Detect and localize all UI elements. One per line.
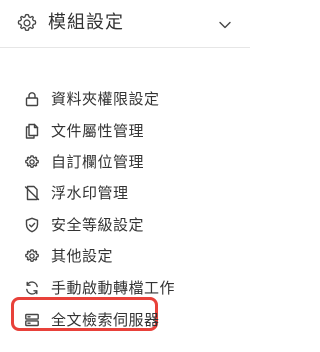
menu-item-label: 自訂欄位管理 [51,153,145,171]
module-settings-header[interactable]: 模組設定 [0,0,250,48]
menu-item-label: 浮水印管理 [51,184,129,202]
menu-item-other-settings[interactable]: 其他設定 [0,240,250,272]
menu-item-watermark[interactable]: 浮水印管理 [0,177,250,209]
server-icon [24,312,40,328]
refresh-icon [24,280,40,296]
menu-item-document-properties[interactable]: 文件屬性管理 [0,115,250,147]
menu-item-label: 全文檢索伺服器 [51,311,160,329]
lock-icon [24,91,40,107]
menu-item-fulltext-search-server[interactable]: 全文檢索伺服器 [0,297,250,336]
menu-item-security-level[interactable]: 安全等級設定 [0,209,250,241]
gear-icon [24,248,40,264]
document-copy-icon [24,123,40,139]
watermark-off-icon [24,185,40,201]
menu-item-label: 文件屬性管理 [51,122,145,140]
gear-icon [24,154,40,170]
menu-item-label: 安全等級設定 [51,216,145,234]
menu-item-label: 資料夾權限設定 [51,90,160,108]
menu-item-folder-permissions[interactable]: 資料夾權限設定 [0,83,250,115]
menu-item-label: 其他設定 [51,247,114,265]
shield-icon [24,217,40,233]
gear-icon [16,12,38,34]
menu-item-custom-fields[interactable]: 自訂欄位管理 [0,146,250,178]
page-title: 模組設定 [48,12,124,33]
chevron-down-icon[interactable] [218,18,232,32]
